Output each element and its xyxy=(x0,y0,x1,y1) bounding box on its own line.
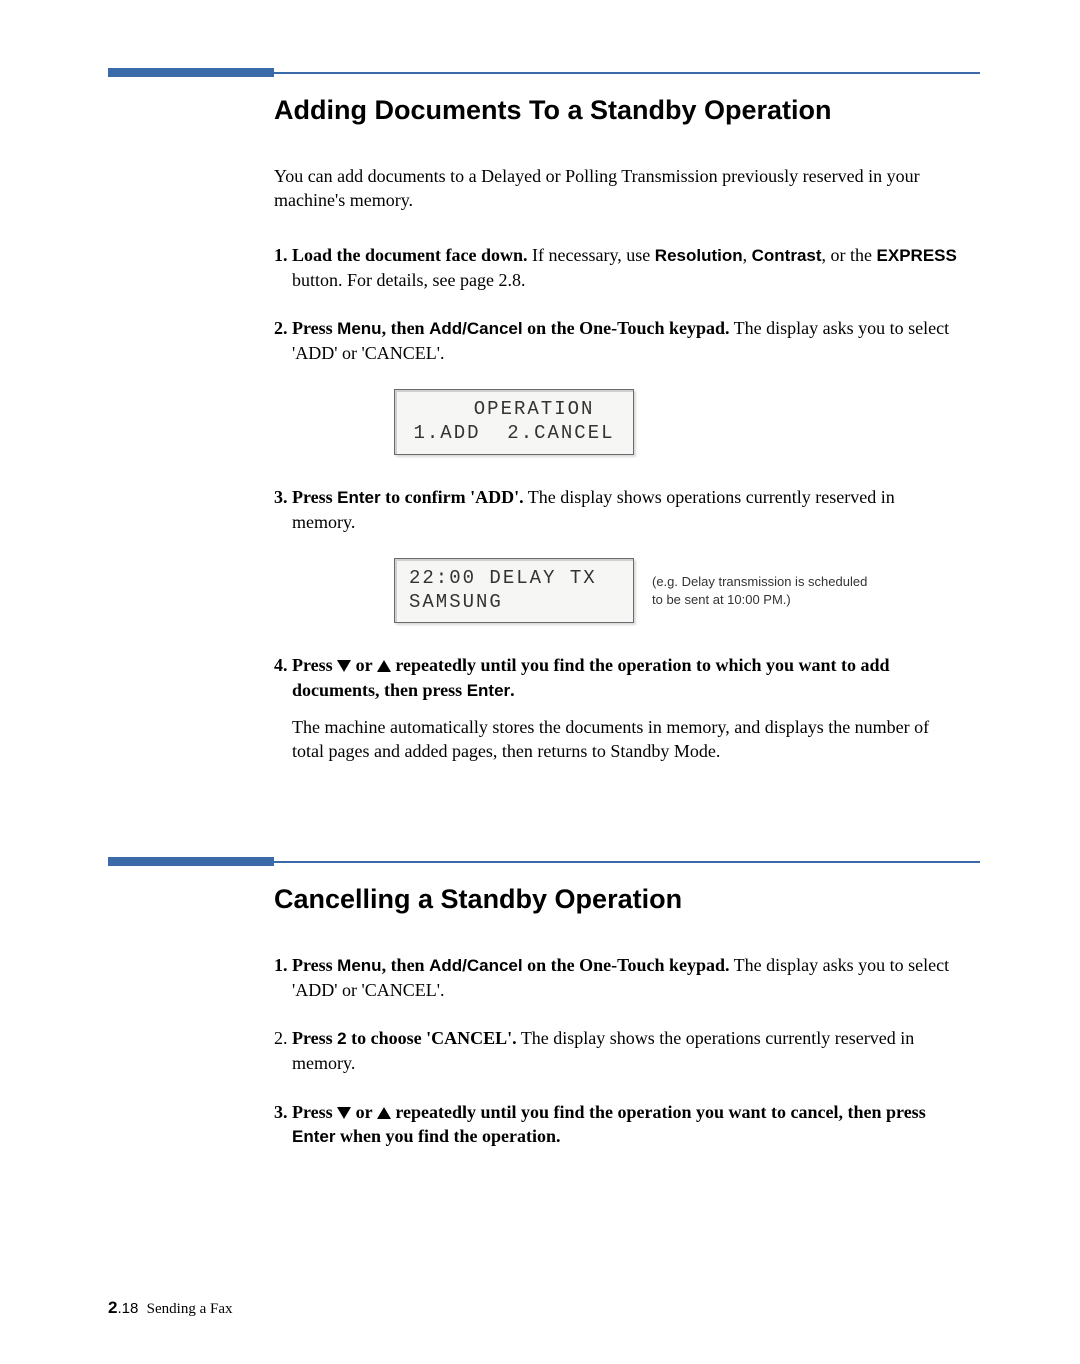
rule-thick xyxy=(108,857,274,866)
t: , or the xyxy=(822,245,877,265)
section-title-adding: Adding Documents To a Standby Operation xyxy=(274,95,960,126)
t: Press xyxy=(292,1028,337,1048)
enter-button-label: Enter xyxy=(337,488,380,507)
enter-button-label: Enter xyxy=(292,1127,335,1146)
section-divider xyxy=(108,68,980,77)
t: . xyxy=(510,680,515,700)
t: repeatedly until you find the operation … xyxy=(391,1102,926,1122)
t: to choose 'CANCEL'. xyxy=(347,1028,517,1048)
rule-thin xyxy=(274,861,980,863)
step-3: 3. Press Enter to confirm 'ADD'. The dis… xyxy=(274,485,960,534)
footer-label: Sending a Fax xyxy=(147,1301,233,1317)
t: 3. Press xyxy=(274,1102,337,1122)
intro-text: You can add documents to a Delayed or Po… xyxy=(274,164,960,213)
t: 1. Press xyxy=(274,955,337,975)
up-arrow-icon xyxy=(377,1107,391,1119)
down-arrow-icon xyxy=(337,1107,351,1119)
lcd-screen: OPERATION 1.ADD 2.CANCEL xyxy=(394,389,634,455)
t: when you find the operation. xyxy=(335,1126,560,1146)
up-arrow-icon xyxy=(377,660,391,672)
section-divider xyxy=(108,857,980,866)
step-1: 1. Load the document face down. If neces… xyxy=(274,243,960,292)
menu-button-label: Menu xyxy=(337,956,381,975)
add-cancel-label: Add/Cancel xyxy=(429,956,523,975)
page-footer: 2.18 Sending a Fax xyxy=(108,1298,233,1318)
key-2-label: 2 xyxy=(337,1029,346,1048)
rule-thin xyxy=(274,72,980,74)
lcd-display-1: OPERATION 1.ADD 2.CANCEL xyxy=(394,389,960,455)
t: If necessary, use xyxy=(528,245,655,265)
t: 2. Press xyxy=(274,318,337,338)
page-number: .18 xyxy=(117,1300,138,1317)
enter-button-label: Enter xyxy=(467,681,510,700)
lcd-note: (e.g. Delay transmission is scheduled to… xyxy=(652,573,872,608)
t: on the One-Touch keypad. xyxy=(523,318,730,338)
section-title-cancelling: Cancelling a Standby Operation xyxy=(274,884,960,915)
t: or xyxy=(351,655,377,675)
t: on the One-Touch keypad. xyxy=(523,955,730,975)
step1-lead: 1. Load the document face down. xyxy=(274,245,528,265)
rule-thick xyxy=(108,68,274,77)
resolution-label: Resolution xyxy=(655,246,743,265)
contrast-label: Contrast xyxy=(752,246,822,265)
t: 4. Press xyxy=(274,655,337,675)
menu-button-label: Menu xyxy=(337,319,381,338)
add-cancel-label: Add/Cancel xyxy=(429,319,523,338)
t: button. For details, see page 2.8. xyxy=(292,270,525,290)
t: , then xyxy=(382,955,430,975)
lcd-screen: 22:00 DELAY TX SAMSUNG xyxy=(394,558,634,624)
cancel-step-1: 1. Press Menu, then Add/Cancel on the On… xyxy=(274,953,960,1002)
t: or xyxy=(351,1102,377,1122)
t: 3. Press xyxy=(274,487,337,507)
t: , xyxy=(743,245,752,265)
cancel-step-3: 3. Press or repeatedly until you find th… xyxy=(274,1100,960,1149)
express-label: EXPRESS xyxy=(877,246,957,265)
lcd-display-2: 22:00 DELAY TX SAMSUNG (e.g. Delay trans… xyxy=(394,558,960,624)
step-2: 2. Press Menu, then Add/Cancel on the On… xyxy=(274,316,960,365)
cancel-step-2: 2. Press 2 to choose 'CANCEL'. The displ… xyxy=(274,1026,960,1075)
t: , then xyxy=(382,318,430,338)
step-4-body: The machine automatically stores the doc… xyxy=(292,715,960,764)
step-4: 4. Press or repeatedly until you find th… xyxy=(274,653,960,702)
t: to confirm 'ADD'. xyxy=(381,487,524,507)
t: 2. xyxy=(274,1028,292,1048)
down-arrow-icon xyxy=(337,660,351,672)
